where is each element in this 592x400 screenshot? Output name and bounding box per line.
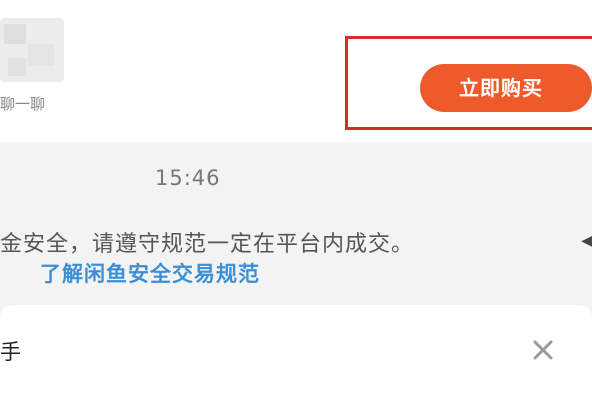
safety-rules-link[interactable]: 了解闲鱼安全交易规范 <box>40 258 260 288</box>
safety-notice-text: 金安全，请遵守规范一定在平台内成交。 <box>0 232 415 257</box>
panel-title: 手 <box>0 340 21 364</box>
chat-header: 聊一聊 立即购买 <box>0 0 592 142</box>
edge-arrow-icon: ◀ <box>581 233 592 249</box>
highlight-box <box>345 36 592 130</box>
chat-label[interactable]: 聊一聊 <box>0 93 45 114</box>
bottom-panel: 手 <box>0 305 592 400</box>
message-timestamp: 15:46 <box>155 166 221 190</box>
avatar[interactable] <box>0 18 64 82</box>
close-icon[interactable] <box>530 337 556 363</box>
